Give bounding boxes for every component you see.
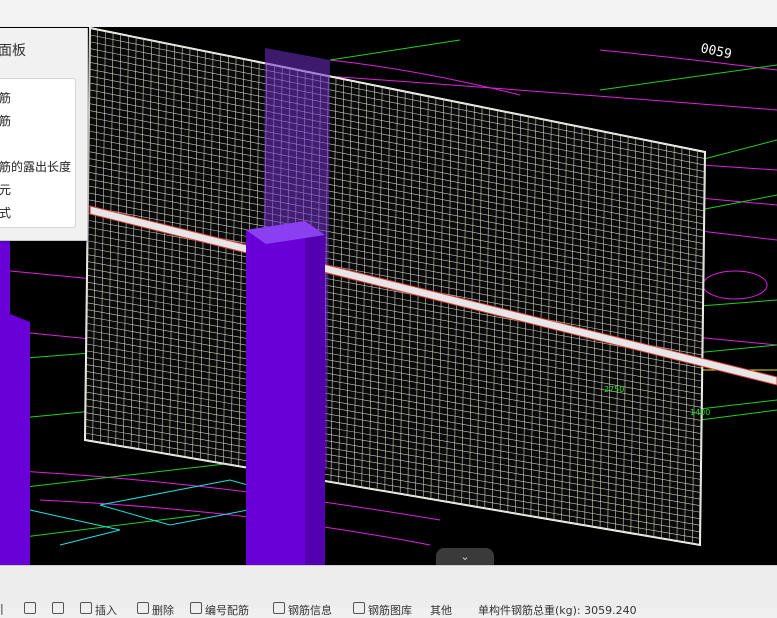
info-icon	[273, 602, 285, 614]
rebar-model-canvas[interactable]: 0059 2750 1400	[0, 27, 777, 565]
panel-item[interactable]: 筋	[0, 112, 11, 129]
toolbar-separator: |	[0, 602, 4, 615]
toolbar-label: 钢筋信息	[288, 604, 332, 617]
toolbar-delete-button[interactable]: 删除	[137, 602, 174, 617]
box-icon	[24, 602, 36, 614]
panel-item[interactable]: 式	[0, 204, 11, 221]
box-icon	[52, 602, 64, 614]
toolbar-box-button[interactable]	[52, 602, 67, 616]
rebar-icon	[190, 602, 202, 614]
collapse-handle[interactable]: ⌄	[436, 548, 494, 565]
toolbar-label: 其他	[430, 604, 452, 617]
panel-item[interactable]: 元	[0, 181, 11, 198]
toolbar-info-button[interactable]: 钢筋信息	[273, 602, 332, 617]
bottom-toolbar: | 插入 删除 编号配筋 钢筋信息 钢筋图库 其他 单构件钢筋总重(kg): 3…	[0, 565, 777, 617]
total-weight-readout: 单构件钢筋总重(kg): 3059.240	[478, 604, 637, 617]
dimension-label-right: 1400	[690, 408, 710, 417]
toolbar-label: 删除	[152, 604, 174, 617]
delete-icon	[137, 602, 149, 614]
3d-viewport[interactable]: 0059 2750 1400	[0, 27, 777, 565]
dimension-label-top: 0059	[699, 41, 733, 62]
toolbar-other-button[interactable]: 其他	[430, 602, 452, 617]
panel-title: 面板	[0, 43, 26, 59]
toolbar-label: 编号配筋	[205, 604, 249, 617]
chevron-down-icon: ⌄	[460, 550, 470, 563]
insert-icon	[80, 602, 92, 614]
toolbar-label: 插入	[95, 604, 117, 617]
panel-item[interactable]: 筋的露出长度	[0, 158, 71, 175]
toolbar-box-button[interactable]	[24, 602, 39, 616]
panel-item[interactable]: 筋	[0, 89, 11, 106]
panel-list: 筋 筋 筋的露出长度 元 式	[0, 78, 76, 228]
toolbar-label: 钢筋图库	[368, 604, 412, 617]
dimension-label-mid: 2750	[604, 385, 624, 394]
toolbar-insert-button[interactable]: 插入	[80, 602, 117, 617]
toolbar-library-button[interactable]: 钢筋图库	[353, 602, 412, 617]
library-icon	[353, 602, 365, 614]
toolbar-rebar-button[interactable]: 编号配筋	[190, 602, 249, 617]
top-toolbar	[0, 0, 777, 28]
properties-panel: 面板 筋 筋 筋的露出长度 元 式	[0, 28, 88, 241]
